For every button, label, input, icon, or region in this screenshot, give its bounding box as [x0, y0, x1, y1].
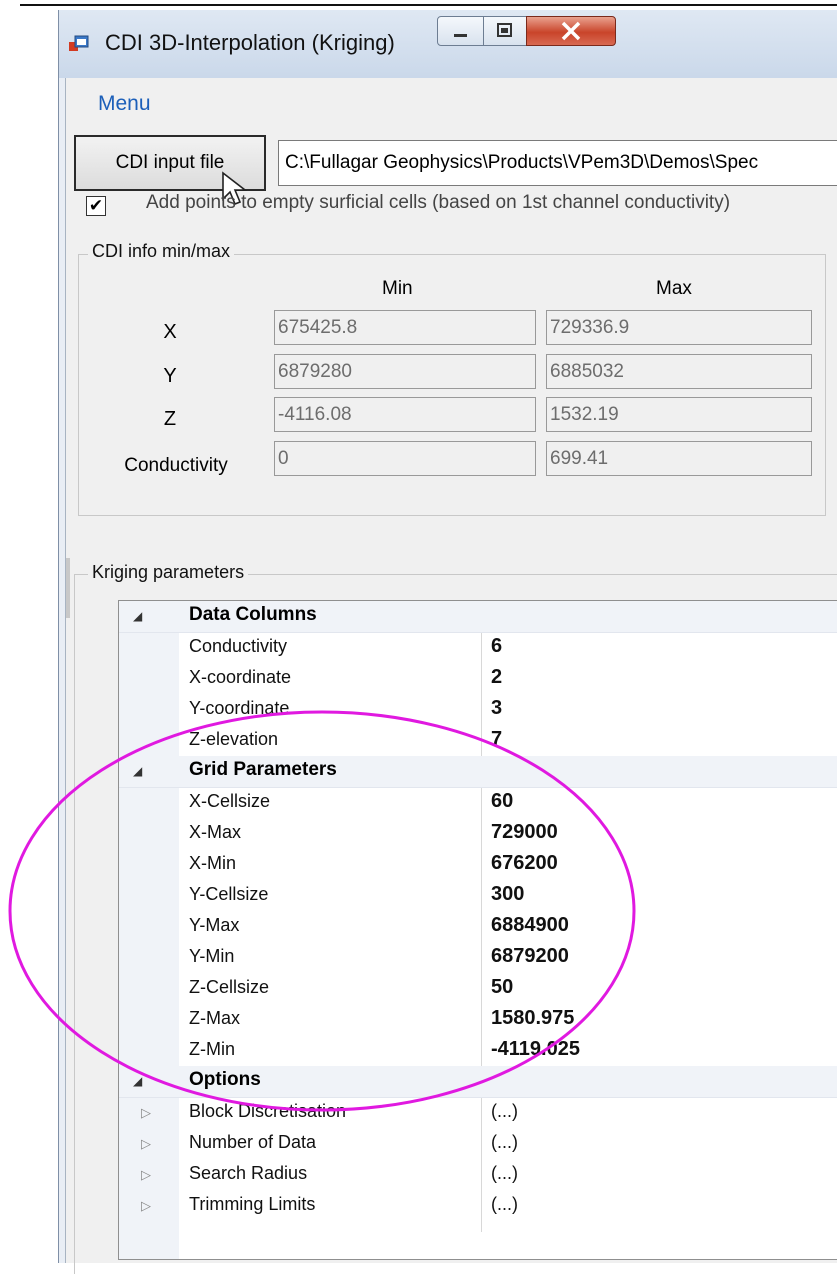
- conductivity-min-field: 0: [274, 441, 536, 476]
- property-row[interactable]: Conductivity 6: [119, 632, 837, 663]
- property-value[interactable]: 1580.975: [491, 1007, 574, 1030]
- y-max-field: 6885032: [546, 354, 812, 389]
- category-label: Grid Parameters: [189, 759, 337, 780]
- property-name: Conductivity: [189, 636, 288, 656]
- property-name: Trimming Limits: [189, 1194, 316, 1214]
- kriging-parameters-legend: Kriging parameters: [88, 562, 249, 583]
- category-options[interactable]: ◢ Options: [119, 1066, 837, 1098]
- property-value[interactable]: 676200: [491, 852, 558, 875]
- title-bar[interactable]: CDI 3D-Interpolation (Kriging): [59, 10, 837, 78]
- property-row[interactable]: ▷ Search Radius (...): [119, 1159, 837, 1190]
- top-border-line: [20, 4, 837, 6]
- property-name: Block Discretisation: [189, 1101, 347, 1121]
- property-row[interactable]: Z-elevation 7: [119, 725, 837, 756]
- cdi-file-path-field[interactable]: [278, 140, 837, 186]
- property-row[interactable]: Z-Min -4119.025: [119, 1035, 837, 1066]
- property-row[interactable]: ▷ Block Discretisation (...): [119, 1097, 837, 1128]
- property-value[interactable]: 3: [491, 697, 502, 720]
- minimize-icon: [454, 34, 467, 37]
- left-edge-strip: [66, 558, 70, 618]
- property-name: Z-Cellsize: [189, 977, 270, 997]
- maximize-button[interactable]: [483, 16, 527, 46]
- conductivity-max-field: 699.41: [546, 441, 812, 476]
- property-name: Number of Data: [189, 1132, 317, 1152]
- close-button[interactable]: [526, 16, 616, 46]
- property-value[interactable]: 6879200: [491, 945, 569, 968]
- property-row[interactable]: Y-Max 6884900: [119, 911, 837, 942]
- category-data-columns[interactable]: ◢ Data Columns: [119, 601, 837, 633]
- property-value[interactable]: -4119.025: [491, 1038, 580, 1061]
- max-column-header: Max: [656, 278, 692, 299]
- property-value[interactable]: 300: [491, 883, 524, 906]
- property-value[interactable]: (...): [491, 1101, 518, 1122]
- property-row[interactable]: X-Max 729000: [119, 818, 837, 849]
- triangle-expand-icon[interactable]: ▷: [141, 1167, 151, 1183]
- cdi-row-label: Y: [163, 365, 177, 387]
- x-max-field: 729336.9: [546, 310, 812, 345]
- category-label: Data Columns: [189, 604, 317, 625]
- property-row[interactable]: X-Min 676200: [119, 849, 837, 880]
- cdi-info-legend: CDI info min/max: [88, 241, 235, 262]
- add-points-label: Add points to empty surficial cells (bas…: [146, 192, 731, 213]
- property-row[interactable]: Z-Max 1580.975: [119, 1004, 837, 1035]
- property-value[interactable]: 6: [491, 635, 502, 658]
- property-name: Z-elevation: [189, 729, 279, 749]
- property-name: Z-Min: [189, 1039, 235, 1059]
- property-value[interactable]: (...): [491, 1194, 518, 1215]
- close-icon: [561, 21, 581, 41]
- property-name: X-Min: [189, 853, 237, 873]
- property-row[interactable]: X-Cellsize 60: [119, 787, 837, 818]
- property-row[interactable]: ▷ Trimming Limits (...): [119, 1190, 837, 1221]
- restore-icon: [497, 23, 512, 37]
- property-name: X-coordinate: [189, 667, 292, 687]
- triangle-expand-icon[interactable]: ▷: [141, 1105, 151, 1121]
- property-value[interactable]: 50: [491, 976, 513, 999]
- minimize-button[interactable]: [437, 16, 484, 46]
- y-min-field: 6879280: [274, 354, 536, 389]
- triangle-expand-icon[interactable]: ▷: [141, 1198, 151, 1214]
- property-row[interactable]: Z-Cellsize 50: [119, 973, 837, 1004]
- z-max-field: 1532.19: [546, 397, 812, 432]
- property-name: Z-Max: [189, 1008, 240, 1028]
- property-name: Y-Cellsize: [189, 884, 269, 904]
- property-value[interactable]: 729000: [491, 821, 558, 844]
- cdi-row-label: X: [163, 321, 177, 343]
- property-name: Y-coordinate: [189, 698, 290, 718]
- property-grid: ◢ Data Columns Conductivity 6 X-coordina…: [118, 600, 837, 1260]
- property-name: X-Cellsize: [189, 791, 271, 811]
- property-value[interactable]: 7: [491, 728, 502, 751]
- property-value[interactable]: (...): [491, 1132, 518, 1153]
- z-min-field: -4116.08: [274, 397, 536, 432]
- x-min-field: 675425.8: [274, 310, 536, 345]
- property-row[interactable]: Y-coordinate 3: [119, 694, 837, 725]
- category-grid-parameters[interactable]: ◢ Grid Parameters: [119, 756, 837, 788]
- property-value[interactable]: 6884900: [491, 914, 569, 937]
- cdi-row-label: Z: [163, 408, 177, 430]
- property-name: Search Radius: [189, 1163, 308, 1183]
- add-points-checkbox[interactable]: ✔: [86, 196, 106, 216]
- min-column-header: Min: [382, 278, 413, 299]
- property-row[interactable]: X-coordinate 2: [119, 663, 837, 694]
- menu-item[interactable]: Menu: [98, 92, 151, 116]
- kriging-window: CDI 3D-Interpolation (Kriging) Menu CDI …: [58, 10, 837, 1274]
- triangle-collapse-icon[interactable]: ◢: [133, 609, 142, 623]
- triangle-expand-icon[interactable]: ▷: [141, 1136, 151, 1152]
- triangle-collapse-icon[interactable]: ◢: [133, 764, 142, 778]
- property-name: Y-Max: [189, 915, 240, 935]
- window-title: CDI 3D-Interpolation (Kriging): [105, 30, 395, 55]
- property-name: X-Max: [189, 822, 242, 842]
- property-row[interactable]: Y-Cellsize 300: [119, 880, 837, 911]
- property-value[interactable]: (...): [491, 1163, 518, 1184]
- cdi-row-label: Conductivity: [124, 455, 228, 476]
- property-row[interactable]: Y-Min 6879200: [119, 942, 837, 973]
- window-client-area: Menu CDI input file ✔ Add points to empt…: [65, 78, 837, 1274]
- category-label: Options: [189, 1069, 261, 1090]
- triangle-collapse-icon[interactable]: ◢: [133, 1074, 142, 1088]
- property-value[interactable]: 2: [491, 666, 502, 689]
- property-value[interactable]: 60: [491, 790, 513, 813]
- property-name: Y-Min: [189, 946, 235, 966]
- property-row[interactable]: ▷ Number of Data (...): [119, 1128, 837, 1159]
- app-window-icon: [69, 35, 89, 51]
